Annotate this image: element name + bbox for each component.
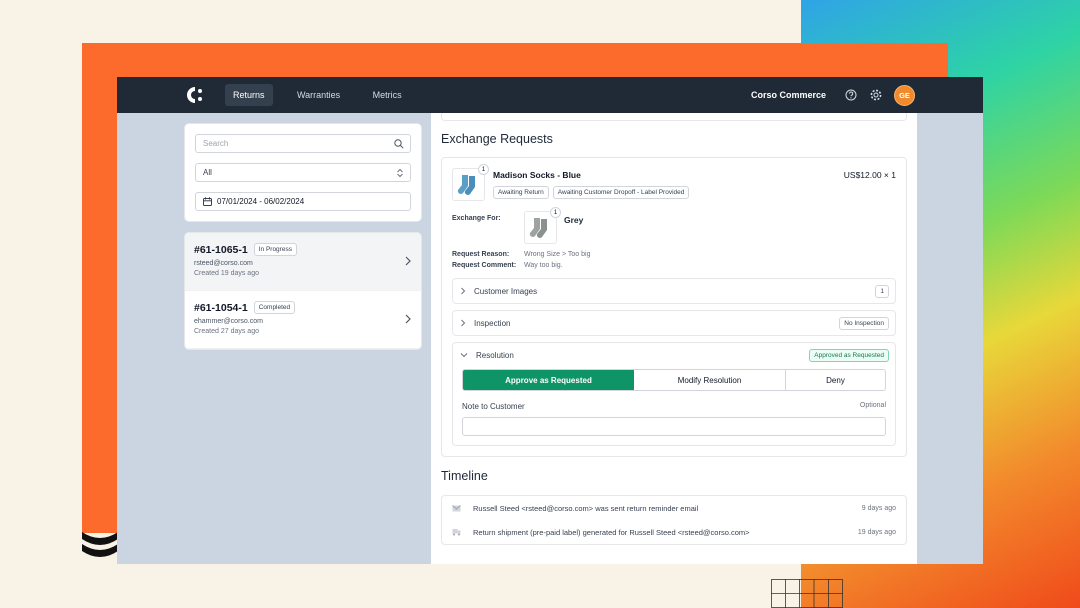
- timeline-event: Return shipment (pre-paid label) generat…: [442, 520, 906, 544]
- quantity-badge: 1: [478, 164, 489, 175]
- product-name: Madison Socks - Blue: [493, 170, 581, 180]
- request-comment-value: Way too big.: [524, 262, 563, 269]
- inspection-badge: No Inspection: [839, 316, 889, 330]
- nav-returns[interactable]: Returns: [225, 84, 273, 106]
- resolution-status-badge: Approved as Requested: [809, 348, 889, 362]
- event-text: Russell Steed <rsteed@corso.com> was sen…: [473, 503, 699, 513]
- note-label: Note to Customer: [462, 402, 525, 411]
- date-range-value: 07/01/2024 - 06/02/2024: [217, 197, 305, 206]
- status-badge: Completed: [253, 301, 296, 314]
- exchange-variant: Grey: [564, 215, 584, 225]
- search-input[interactable]: Search: [195, 134, 411, 153]
- list-item[interactable]: #61-1065-1 In Progress rsteed@corso.com C…: [185, 233, 421, 291]
- quantity-badge: 1: [550, 207, 561, 218]
- return-created: Created 19 days ago: [194, 270, 259, 277]
- search-placeholder: Search: [203, 139, 229, 148]
- calendar-icon: [203, 197, 212, 206]
- help-icon[interactable]: [844, 89, 857, 102]
- event-time: 19 days ago: [857, 528, 896, 536]
- chevron-right-icon: [461, 287, 466, 295]
- nav-warranties[interactable]: Warranties: [289, 84, 348, 106]
- grey-socks-icon: [529, 217, 547, 238]
- top-navbar: Returns Warranties Metrics Corso Commerc…: [117, 77, 983, 113]
- count-badge: 1: [875, 284, 889, 298]
- corso-logo-icon[interactable]: [185, 85, 203, 105]
- event-text: Return shipment (pre-paid label) generat…: [473, 527, 750, 537]
- request-reason-value: Wrong Size > Too big: [524, 251, 591, 258]
- resolution-accordion: Resolution Approved as Requested Approve…: [452, 342, 896, 446]
- mail-icon: [452, 504, 461, 511]
- filters-panel: Search All 07/01/2024 - 06/02/2024: [184, 123, 422, 222]
- main-nav: Returns Warranties Metrics: [225, 84, 422, 106]
- status-tag: Awaiting Return: [493, 186, 549, 199]
- return-email: rsteed@corso.com: [194, 260, 253, 267]
- return-id: #61-1054-1: [194, 301, 248, 314]
- exchange-request-card: 1 Madison Socks - Blue Awaiting Return A…: [441, 157, 907, 457]
- event-time: 9 days ago: [861, 504, 896, 512]
- returns-list: #61-1065-1 In Progress rsteed@corso.com C…: [184, 232, 422, 350]
- request-comment-label: Request Comment:: [452, 262, 517, 269]
- previous-section-edge: [441, 113, 907, 121]
- optional-label: Optional: [859, 402, 886, 409]
- exchange-thumbnail: 1: [524, 207, 561, 244]
- status-badge: In Progress: [253, 243, 297, 256]
- timeline-heading: Timeline: [441, 469, 488, 483]
- accordion-label: Inspection: [474, 318, 511, 328]
- status-select[interactable]: All: [195, 163, 411, 182]
- note-to-customer-input[interactable]: [462, 417, 886, 436]
- gear-icon[interactable]: [869, 89, 882, 102]
- nav-metrics[interactable]: Metrics: [365, 84, 410, 106]
- chevron-right-icon: [461, 319, 466, 327]
- truck-icon: [452, 529, 461, 536]
- corso-logo-mark-icon: [82, 532, 118, 557]
- timeline-event: Russell Steed <rsteed@corso.com> was sen…: [442, 496, 906, 520]
- app-window: Returns Warranties Metrics Corso Commerc…: [117, 77, 983, 564]
- exchange-for-label: Exchange For:: [452, 215, 501, 222]
- list-item[interactable]: #61-1054-1 Completed ehammer@corso.com Cr…: [185, 291, 421, 349]
- resolution-options: Approve as Requested Modify Resolution D…: [462, 369, 886, 391]
- timeline-list: Russell Steed <rsteed@corso.com> was sen…: [441, 495, 907, 545]
- inspection-accordion[interactable]: Inspection No Inspection: [452, 310, 896, 336]
- return-detail-panel: Exchange Requests 1 Madison Socks - Blue…: [431, 113, 917, 564]
- chevron-right-icon: [405, 314, 411, 324]
- accordion-label: Customer Images: [474, 286, 538, 296]
- chevron-right-icon: [405, 256, 411, 266]
- return-email: ehammer@corso.com: [194, 318, 263, 325]
- deny-button[interactable]: Deny: [786, 370, 885, 390]
- chevron-down-icon: [460, 353, 468, 358]
- product-price: US$12.00 × 1: [843, 170, 896, 180]
- date-range-field[interactable]: 07/01/2024 - 06/02/2024: [195, 192, 411, 211]
- approve-button[interactable]: Approve as Requested: [463, 370, 634, 390]
- accordion-label: Resolution: [476, 350, 514, 360]
- resolution-header[interactable]: Resolution Approved as Requested: [453, 343, 895, 367]
- avatar[interactable]: GE: [894, 84, 915, 106]
- request-reason-label: Request Reason:: [452, 251, 510, 258]
- chevron-updown-icon: [397, 168, 403, 178]
- status-tag: Awaiting Customer Dropoff - Label Provid…: [552, 186, 690, 199]
- customer-images-accordion[interactable]: Customer Images 1: [452, 278, 896, 304]
- status-select-value: All: [203, 168, 212, 177]
- blue-socks-icon: [457, 174, 475, 195]
- product-thumbnail: 1: [452, 164, 489, 201]
- search-icon: [394, 139, 404, 149]
- return-id: #61-1065-1: [194, 243, 248, 256]
- return-created: Created 27 days ago: [194, 328, 259, 335]
- company-name[interactable]: Corso Commerce: [751, 90, 826, 100]
- exchange-requests-heading: Exchange Requests: [441, 132, 553, 146]
- decorative-grid-icon: [771, 579, 843, 608]
- modify-resolution-button[interactable]: Modify Resolution: [634, 370, 786, 390]
